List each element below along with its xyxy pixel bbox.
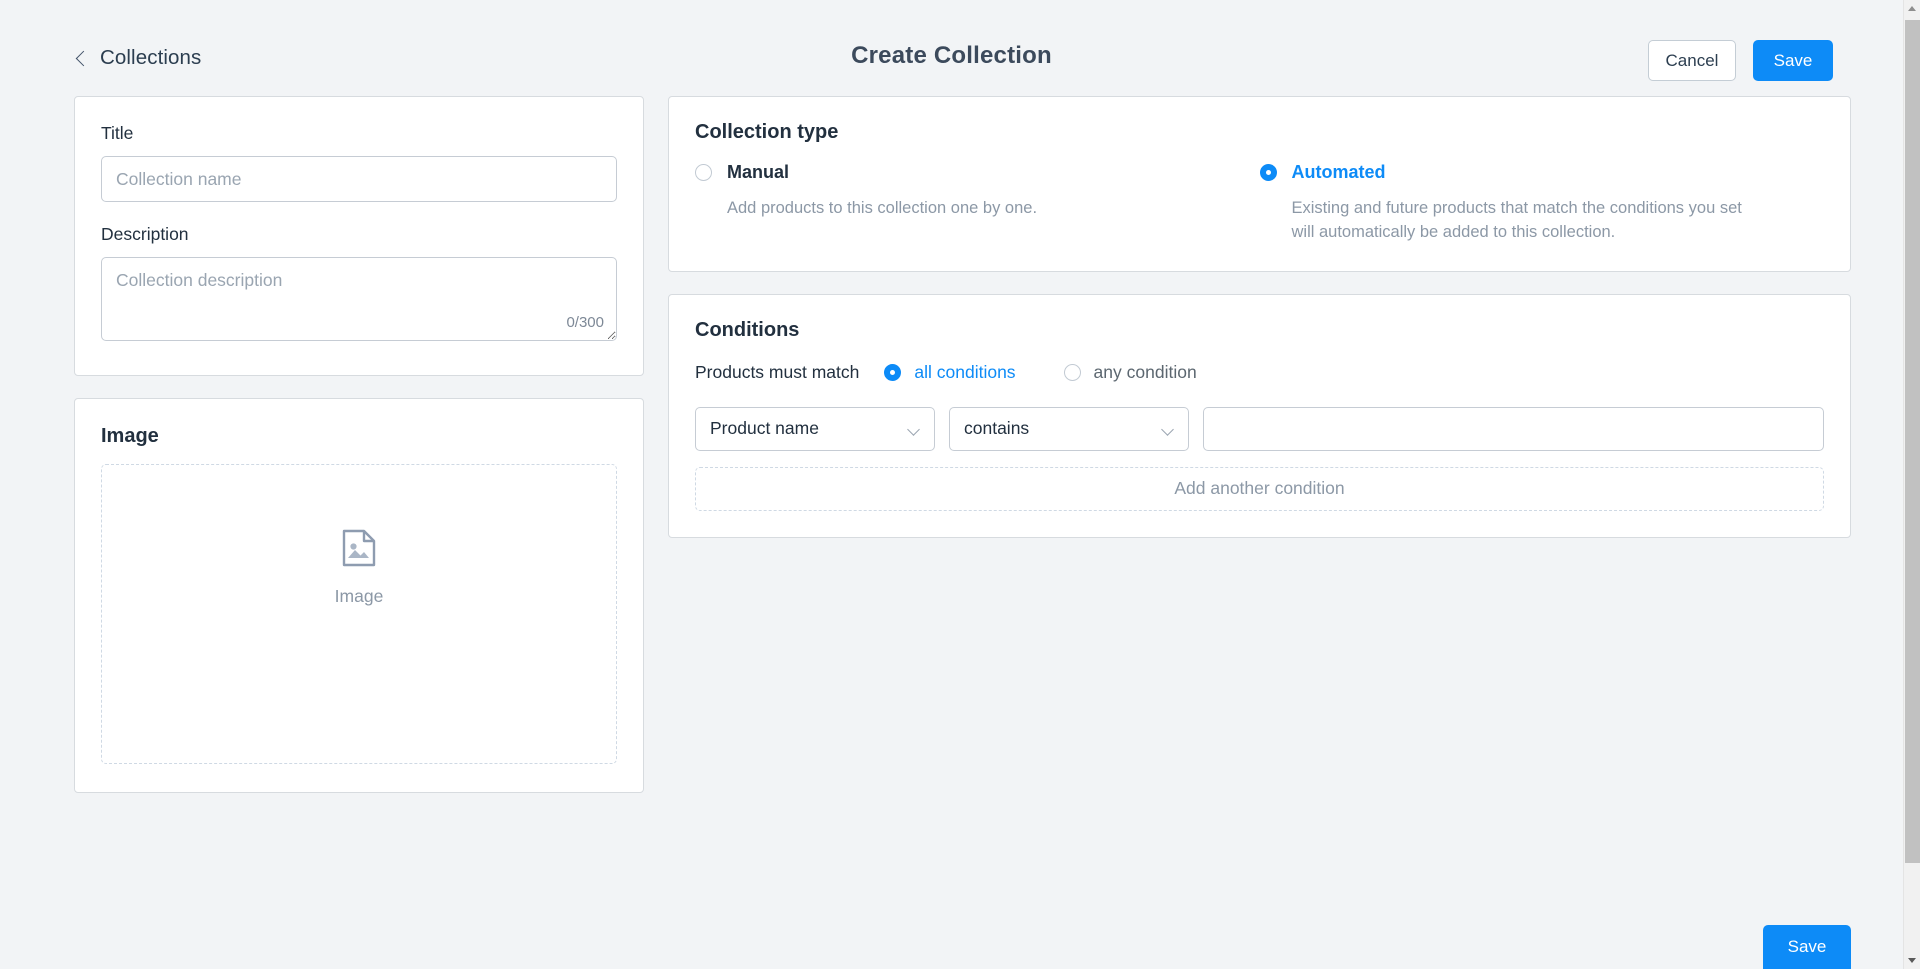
collection-type-card: Collection type Manual Add products to t… [668,96,1851,272]
title-input[interactable] [101,156,617,202]
collection-type-title: Collection type [695,121,1824,144]
collection-type-option-manual: Manual Add products to this collection o… [695,162,1260,245]
right-column: Collection type Manual Add products to t… [668,96,1851,560]
top-bar: Collections Create Collection Cancel Sav… [0,0,1903,96]
scrollbar-up-arrow[interactable] [1904,0,1920,17]
image-section-title: Image [101,425,617,448]
image-card: Image Image [74,398,644,793]
add-another-condition-button[interactable]: Add another condition [695,467,1824,511]
chevron-down-icon [907,423,920,436]
conditions-card: Conditions Products must match all condi… [668,294,1851,538]
radio-automated-circle [1260,164,1277,181]
triangle-up-icon [1908,6,1916,11]
radio-all-conditions-circle [884,364,901,381]
condition-operator-select[interactable]: contains [949,407,1189,451]
description-wrapper: 0/300 [101,257,617,341]
bottom-action-bar: Save [1763,925,1851,969]
radio-any-condition-circle [1064,364,1081,381]
title-label: Title [101,123,617,144]
match-row: Products must match all conditions any c… [695,362,1824,383]
save-button-top[interactable]: Save [1753,40,1833,81]
radio-all-conditions[interactable]: all conditions [884,362,1015,383]
radio-manual-circle [695,164,712,181]
chevron-down-icon [1161,423,1174,436]
radio-manual-label: Manual [727,162,789,183]
radio-all-conditions-label: all conditions [914,362,1015,383]
scrollbar-down-arrow[interactable] [1904,952,1920,969]
image-dropzone-label: Image [335,586,384,607]
radio-automated-label: Automated [1292,162,1386,183]
manual-help-text: Add products to this collection one by o… [727,197,1197,221]
cancel-button[interactable]: Cancel [1648,40,1736,81]
description-textarea[interactable] [101,257,617,341]
radio-any-condition-label: any condition [1094,362,1197,383]
condition-value-input[interactable] [1203,407,1824,451]
top-bar-actions: Cancel Save [1648,40,1833,81]
image-file-icon [342,529,376,572]
condition-field-value: Product name [710,418,819,439]
collection-type-options: Manual Add products to this collection o… [695,162,1824,245]
page-root: Collections Create Collection Cancel Sav… [0,0,1903,969]
main-content: Title Description 0/300 Image [0,96,1903,815]
scrollbar-thumb[interactable] [1905,20,1920,863]
page-title: Create Collection [0,42,1903,70]
match-label: Products must match [695,362,859,383]
details-card: Title Description 0/300 [74,96,644,376]
condition-field-select[interactable]: Product name [695,407,935,451]
triangle-down-icon [1908,958,1916,963]
field-spacer [101,202,617,224]
image-dropzone[interactable]: Image [101,464,617,764]
condition-row: Product name contains [695,407,1824,451]
left-column: Title Description 0/300 Image [74,96,644,815]
automated-help-text: Existing and future products that match … [1292,197,1762,245]
conditions-title: Conditions [695,319,1824,342]
vertical-scrollbar[interactable] [1903,0,1920,969]
radio-manual[interactable]: Manual [695,162,1234,183]
collection-type-option-automated: Automated Existing and future products t… [1260,162,1825,245]
save-button-bottom[interactable]: Save [1763,925,1851,969]
description-label: Description [101,224,617,245]
radio-any-condition[interactable]: any condition [1064,362,1197,383]
radio-automated[interactable]: Automated [1260,162,1799,183]
condition-operator-value: contains [964,418,1029,439]
